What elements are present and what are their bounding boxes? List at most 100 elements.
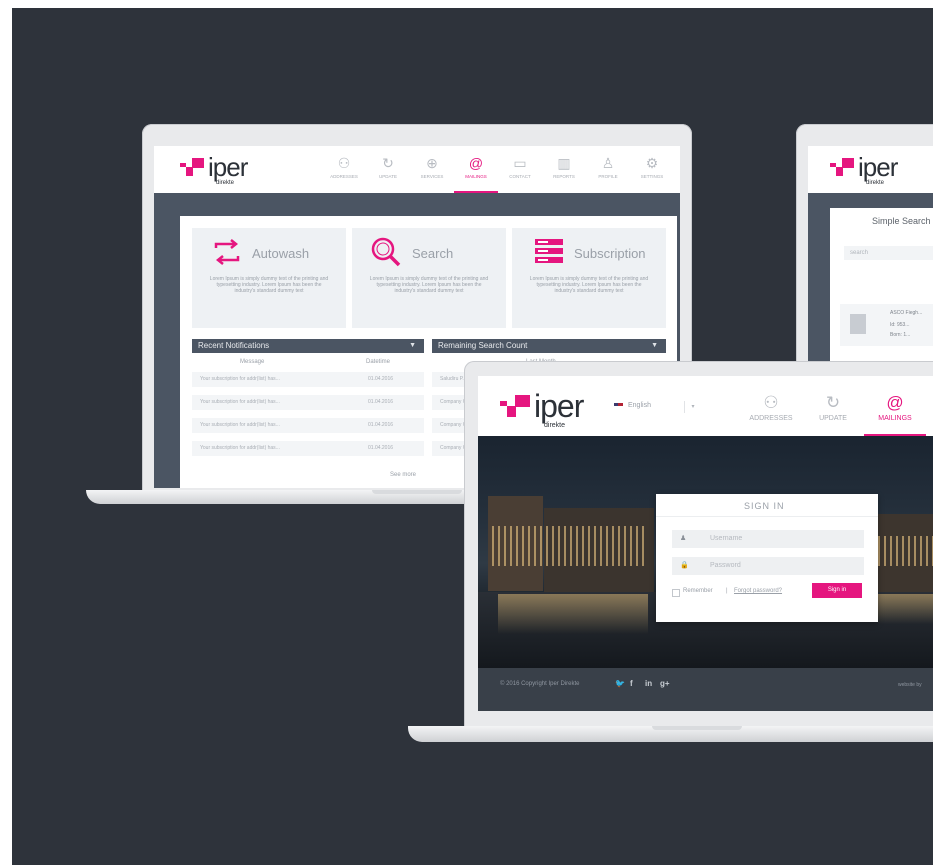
nav-item-contact[interactable]: ▭ CONTACT <box>498 154 542 191</box>
nav-item-update[interactable]: ↻ UPDATE <box>802 390 864 434</box>
us-flag-icon <box>614 402 623 409</box>
facebook-icon[interactable]: f <box>630 679 633 688</box>
nav-item-settings[interactable]: ⚙ SETTINGS <box>630 154 674 191</box>
card-search[interactable]: Search Lorem Ipsum is simply dummy text … <box>352 228 506 328</box>
website-by-text: website by <box>898 682 922 688</box>
logo-subtext: direkte <box>216 180 235 186</box>
nav-label: UPDATE <box>379 174 397 179</box>
addresses-icon: ⚇ <box>763 393 779 412</box>
main-nav: ⚇ ADDRESSES ↻ UPDATE @ MAILINGS <box>740 390 926 436</box>
section-title: Recent Notifications <box>198 341 270 350</box>
copyright-text: © 2016 Copyright Iper Direkte <box>500 681 580 687</box>
signin-title: SIGN IN <box>744 501 785 511</box>
user-icon: ♟ <box>680 535 687 542</box>
logo-subtext: direkte <box>866 180 885 186</box>
result-id: Id: 953... <box>890 322 910 328</box>
search-screen: iper direkte Simple Search search ASCO F… <box>808 146 933 368</box>
divider <box>656 516 878 517</box>
search-result-card[interactable]: ASCO Fiegh... Id: 953... Born: 1... <box>840 304 933 346</box>
nav-label: MAILINGS <box>878 415 912 422</box>
see-more-link[interactable]: See more <box>390 472 416 478</box>
building-icon <box>850 314 866 334</box>
nav-label: SETTINGS <box>640 174 664 179</box>
laptop-notch <box>372 490 462 494</box>
password-field[interactable]: 🔒 Password <box>672 557 864 575</box>
chevron-down-icon[interactable]: ▾ <box>684 401 701 413</box>
mail-icon: @ <box>886 393 904 412</box>
chart-icon: ▥ <box>557 155 571 171</box>
refresh-icon: ↻ <box>382 155 394 171</box>
nav-item-addresses[interactable]: ⚇ ADDRESSES <box>322 154 366 191</box>
chat-icon: ▭ <box>513 155 527 171</box>
logo-mark-icon <box>500 390 532 418</box>
nav-item-services[interactable]: ⊕ SERVICES <box>410 154 454 191</box>
card-title: Autowash <box>252 246 310 261</box>
recent-notifications-header[interactable]: Recent Notifications ▼ <box>192 339 424 353</box>
mockup-background: iper direkte ⚇ ADDRESSES ↻ UPDATE ⊕ SERVICES @… <box>12 8 933 865</box>
globe-icon: ⊕ <box>426 155 438 171</box>
card-description: Lorem Ipsum is simply dummy text of the … <box>209 276 329 294</box>
column-header-message: Message <box>240 359 265 365</box>
nav-label: SERVICES <box>420 174 444 179</box>
card-subscription[interactable]: Subscription Lorem Ipsum is simply dummy… <box>512 228 666 328</box>
logo-mark-icon <box>180 154 206 176</box>
logo-text: iper <box>534 388 584 424</box>
logo-mark-icon <box>830 154 856 176</box>
nav-item-reports[interactable]: ▥ REPORTS <box>542 154 586 191</box>
nav-label: ADDRESSES <box>749 415 793 422</box>
card-autowash[interactable]: Autowash Lorem Ipsum is simply dummy tex… <box>192 228 346 328</box>
nav-label: REPORTS <box>553 174 575 179</box>
nav-item-profile[interactable]: ♙ PROFILE <box>586 154 630 191</box>
login-screen: iper direkte English ▾ ⚇ ADDRESSES ↻ UPDATE… <box>478 376 933 711</box>
lock-icon: 🔒 <box>680 562 689 569</box>
nav-label: PROFILE <box>598 174 618 179</box>
row-message: Your subscription for addr(list) has... <box>200 376 280 382</box>
logo-text: iper <box>858 152 898 182</box>
nav-item-update[interactable]: ↻ UPDATE <box>366 154 410 191</box>
app-header: iper direkte <box>808 146 933 194</box>
nav-item-addresses[interactable]: ⚇ ADDRESSES <box>740 390 802 434</box>
table-row[interactable]: Your subscription for addr(list) has... 0… <box>192 395 424 410</box>
section-title: Remaining Search Count <box>438 341 528 350</box>
table-row[interactable]: Your subscription for addr(list) has... 0… <box>192 441 424 456</box>
addresses-icon: ⚇ <box>337 155 351 171</box>
main-nav: ⚇ ADDRESSES ↻ UPDATE ⊕ SERVICES @ MAILINGS ▭ CONT… <box>322 154 674 193</box>
separator: | <box>726 588 728 594</box>
language-selector[interactable]: English <box>614 402 651 409</box>
logo-subtext: direkte <box>544 422 566 429</box>
remaining-search-header[interactable]: Remaining Search Count ▼ <box>432 339 666 353</box>
username-placeholder: Username <box>710 535 743 542</box>
search-input[interactable]: search <box>844 246 933 260</box>
signin-modal: SIGN IN ♟ Username 🔒 Password Remember |… <box>656 494 878 622</box>
search-icon <box>371 237 401 267</box>
table-row[interactable]: Your subscription for addr(list) has... 0… <box>192 418 424 433</box>
chevron-down-icon: ▼ <box>651 342 658 349</box>
refresh-icon: ↻ <box>825 393 841 412</box>
nav-item-mailings[interactable]: @ MAILINGS <box>864 390 926 436</box>
row-datetime: 01.04.2016 <box>368 445 394 451</box>
nav-item-mailings[interactable]: @ MAILINGS <box>454 154 498 193</box>
result-title: ASCO Fiegh... <box>890 310 923 316</box>
remember-label: Remember <box>683 588 713 594</box>
logo-text: iper <box>208 152 248 182</box>
signin-button[interactable]: Sign in <box>812 583 862 598</box>
password-placeholder: Password <box>710 562 741 569</box>
iper-logo[interactable]: iper direkte <box>830 152 898 186</box>
remember-checkbox[interactable] <box>672 589 680 597</box>
linkedin-icon[interactable]: in <box>645 679 652 688</box>
app-header: iper direkte ⚇ ADDRESSES ↻ UPDATE ⊕ SERVICES @… <box>154 146 680 194</box>
chevron-down-icon: ▼ <box>409 342 416 349</box>
row-datetime: 01.04.2016 <box>368 376 394 382</box>
iper-logo[interactable]: iper direkte <box>180 152 248 186</box>
google-plus-icon[interactable]: g+ <box>660 679 670 688</box>
row-message: Your subscription for addr(list) has... <box>200 422 280 428</box>
table-row[interactable]: Your subscription for addr(list) has... 0… <box>192 372 424 387</box>
page-footer: © 2016 Copyright Iper Direkte 🐦 f in g+ web… <box>478 668 933 711</box>
row-datetime: 01.04.2016 <box>368 422 394 428</box>
nav-label: MAILINGS <box>465 174 487 179</box>
app-header: iper direkte English ▾ ⚇ ADDRESSES ↻ UPDATE… <box>478 376 933 437</box>
twitter-icon[interactable]: 🐦 <box>615 679 625 688</box>
username-field[interactable]: ♟ Username <box>672 530 864 548</box>
forgot-password-link[interactable]: Forgot password? <box>734 588 782 594</box>
iper-logo[interactable]: iper direkte <box>500 388 584 429</box>
